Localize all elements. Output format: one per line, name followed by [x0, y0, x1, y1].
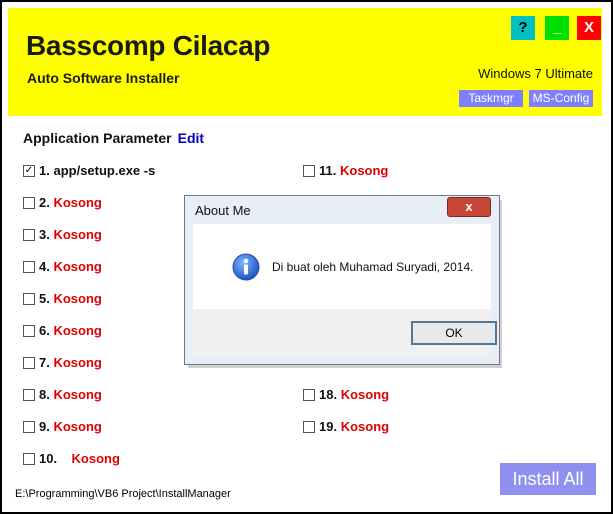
close-button[interactable]: X [577, 16, 601, 40]
param-value: Kosong [53, 419, 102, 434]
param-value: Kosong [339, 163, 389, 178]
checkbox[interactable] [23, 292, 35, 305]
dialog-message: Di buat oleh Muhamad Suryadi, 2014. [272, 260, 474, 274]
param-item-2[interactable]: 2. Kosong [23, 195, 102, 210]
about-dialog: About Me x Di buat oleh Muhamad Suryadi,… [184, 195, 500, 365]
dialog-title: About Me [195, 203, 251, 218]
checkbox[interactable]: ✓ [23, 164, 35, 177]
taskmgr-button[interactable]: Taskmgr [459, 90, 523, 107]
param-number: 11. [319, 163, 337, 178]
param-value: Kosong [53, 195, 102, 210]
param-number: 3. [39, 227, 50, 242]
param-item-3[interactable]: 3. Kosong [23, 227, 102, 242]
app-title: Basscomp Cilacap [26, 30, 271, 61]
checkbox[interactable] [23, 452, 35, 465]
checkbox[interactable] [23, 324, 35, 337]
param-item-9[interactable]: 9. Kosong [23, 419, 102, 434]
param-number: 2. [39, 195, 50, 210]
checkbox[interactable] [23, 196, 35, 209]
param-value: Kosong [53, 227, 102, 242]
param-item-7[interactable]: 7. Kosong [23, 355, 102, 370]
param-number: 6. [39, 323, 50, 338]
status-path: E:\Programming\VB6 Project\InstallManage… [15, 488, 231, 500]
section-title-label: Application Parameter [23, 130, 172, 146]
param-item-10[interactable]: 10. Kosong [23, 451, 120, 466]
param-value: Kosong [53, 387, 102, 402]
dialog-close-button[interactable]: x [447, 197, 491, 217]
param-value: Kosong [340, 419, 390, 434]
ok-button[interactable]: OK [411, 321, 497, 345]
param-item-11[interactable]: 11. Kosong [303, 163, 388, 178]
param-number: 19. [319, 419, 338, 434]
param-item-5[interactable]: 5. Kosong [23, 291, 102, 306]
header-panel: Basscomp Cilacap Auto Software Installer… [8, 8, 602, 116]
param-value: Kosong [71, 451, 120, 466]
msconfig-button[interactable]: MS-Config [529, 90, 593, 107]
edit-link[interactable]: Edit [178, 130, 204, 146]
param-value: Kosong [53, 259, 102, 274]
checkbox[interactable] [303, 420, 315, 433]
checkbox[interactable] [23, 356, 35, 369]
checkbox[interactable] [23, 388, 35, 401]
dialog-body: Di buat oleh Muhamad Suryadi, 2014. [193, 224, 491, 309]
help-button[interactable]: ? [511, 16, 535, 40]
param-item-1[interactable]: ✓ 1. app/setup.exe -s [23, 163, 155, 178]
checkbox[interactable] [23, 420, 35, 433]
param-item-4[interactable]: 4. Kosong [23, 259, 102, 274]
install-all-button[interactable]: Install All [500, 463, 596, 495]
minimize-button[interactable]: _ [545, 16, 569, 40]
os-label: Windows 7 Ultimate [478, 66, 593, 81]
param-value: Kosong [53, 355, 102, 370]
checkbox[interactable] [23, 228, 35, 241]
param-item-19[interactable]: 19. Kosong [303, 419, 389, 434]
param-item-8[interactable]: 8. Kosong [23, 387, 102, 402]
param-number: 7. [39, 355, 50, 370]
param-number: 4. [39, 259, 50, 274]
param-value: Kosong [53, 323, 102, 338]
param-value: Kosong [53, 291, 102, 306]
section-title: Application Parameter Edit [23, 130, 204, 146]
param-value: Kosong [340, 387, 390, 402]
checkbox[interactable] [303, 388, 315, 401]
checkbox[interactable] [303, 164, 315, 177]
param-number: 10. [39, 451, 58, 466]
param-item-18[interactable]: 18. Kosong [303, 387, 389, 402]
param-item-6[interactable]: 6. Kosong [23, 323, 102, 338]
param-number: 18. [319, 387, 338, 402]
param-number: 9. [39, 419, 50, 434]
app-subtitle: Auto Software Installer [27, 70, 180, 86]
info-icon [232, 253, 260, 281]
checkbox[interactable] [23, 260, 35, 273]
param-number: 8. [39, 387, 50, 402]
param-value: app/setup.exe -s [53, 163, 156, 178]
param-number: 1. [39, 163, 50, 178]
dialog-footer: OK [193, 309, 497, 356]
param-number: 5. [39, 291, 50, 306]
